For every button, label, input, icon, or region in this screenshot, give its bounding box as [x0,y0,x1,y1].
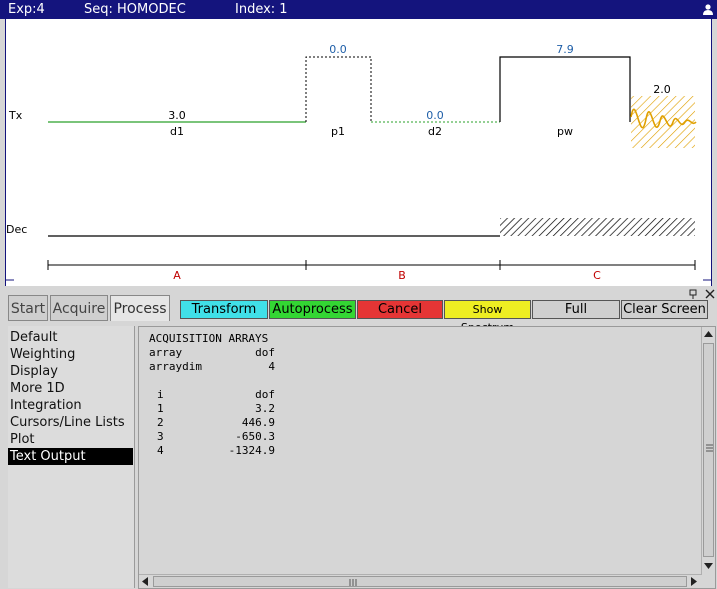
tab-start[interactable]: Start [8,295,48,321]
text-output-content: ACQUISITION ARRAYS array dof arraydim 4 i d… [149,332,275,458]
close-icon[interactable] [705,289,715,299]
scroll-down-icon[interactable] [704,563,713,569]
array-label: array [149,346,183,359]
segment-c-label: C [593,269,601,282]
d2-value: 0.0 [426,109,444,122]
acq-value: 2.0 [653,83,671,96]
scroll-right-icon[interactable] [691,577,697,586]
scroll-up-icon[interactable] [704,331,713,337]
column-header-dof: dof [255,388,275,401]
horizontal-scroll-thumb[interactable] [153,576,687,587]
experiment-label: Exp:4 [8,2,45,17]
tab-process[interactable]: Process [110,295,170,321]
sequence-label: Seq: HOMODEC [84,2,186,17]
segment-b-label: B [398,269,406,282]
table-row: 4 -1324.9 [157,444,275,457]
table-row: 3 -650.3 [157,430,275,443]
tab-acquire[interactable]: Acquire [50,295,108,321]
pulse-pw [499,56,631,122]
pin-icon[interactable] [688,289,698,299]
tx-channel-label: Tx [9,109,23,122]
decoupler-block [500,218,695,236]
arraydim-value: 4 [268,360,275,373]
column-header-i: i [157,388,164,401]
scroll-left-icon[interactable] [142,577,148,586]
p1-label: p1 [331,125,345,138]
text-output-panel[interactable]: ACQUISITION ARRAYS array dof arraydim 4 i d… [138,326,716,589]
pw-value: 7.9 [556,43,574,56]
array-value: dof [255,346,275,359]
process-menu: Default Weighting Display More 1D Integr… [8,326,135,588]
user-icon[interactable] [702,3,714,15]
d2-label: d2 [428,125,442,138]
cancel-button[interactable]: Cancel [357,300,443,319]
vertical-scroll-thumb[interactable] [703,343,714,557]
dec-channel-label: Dec [6,223,28,236]
pulse-sequence-canvas[interactable]: Tx Dec 3.0 d1 0.0 p1 0.0 d2 7.9 pw 2.0 A… [5,19,712,286]
menu-item-integration[interactable]: Integration [8,397,133,414]
pulse-p1 [305,56,372,122]
pw-label: pw [557,125,573,138]
vertical-scrollbar[interactable] [701,327,715,574]
menu-item-more-1d[interactable]: More 1D [8,380,133,397]
index-label: Index: 1 [235,2,288,17]
output-title: ACQUISITION ARRAYS [149,332,269,345]
menu-item-display[interactable]: Display [8,363,133,380]
title-bar: Exp:4 Seq: HOMODEC Index: 1 [0,0,717,19]
menu-item-text-output[interactable]: Text Output [8,448,133,465]
menu-item-plot[interactable]: Plot [8,431,133,448]
full-button[interactable]: Full [532,300,620,319]
clear-screen-button[interactable]: Clear Screen [621,300,708,319]
d1-label: d1 [170,125,184,138]
p1-value: 0.0 [329,43,347,56]
horizontal-scrollbar[interactable] [139,574,702,588]
menu-item-weighting[interactable]: Weighting [8,346,133,363]
table-row: 2 446.9 [157,416,275,429]
segment-a-label: A [173,269,181,282]
d1-value: 3.0 [168,109,186,122]
arraydim-label: arraydim [149,360,202,373]
show-spectrum-button[interactable]: Show Spectrum [444,300,531,334]
transform-button[interactable]: Transform [180,300,268,319]
pulse-sequence-diagram [6,56,711,281]
autoprocess-button[interactable]: Autoprocess [269,300,356,319]
table-row: 1 3.2 [157,402,275,415]
menu-item-cursors-line-lists[interactable]: Cursors/Line Lists [8,414,133,431]
menu-item-default[interactable]: Default [8,329,133,346]
